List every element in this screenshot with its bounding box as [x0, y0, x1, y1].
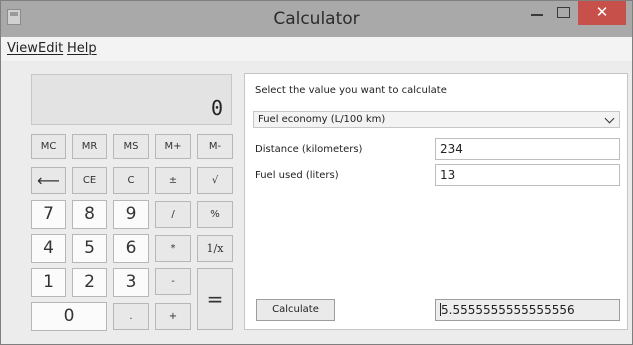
- menu-bar: View Edit Help: [1, 37, 632, 61]
- calculate-prompt: Select the value you want to calculate: [255, 85, 447, 96]
- dropdown-selected-value: Fuel economy (L/100 km): [258, 114, 386, 125]
- add-button[interactable]: +: [155, 303, 191, 330]
- distance-input[interactable]: 234: [435, 138, 620, 160]
- digit-9-button[interactable]: 9: [113, 200, 149, 229]
- menu-edit[interactable]: Edit: [38, 41, 63, 56]
- digit-0-button[interactable]: 0: [31, 302, 107, 331]
- title-bar[interactable]: Calculator ✕: [1, 1, 632, 37]
- distance-label: Distance (kilometers): [255, 144, 363, 155]
- digit-5-button[interactable]: 5: [72, 234, 107, 263]
- calculate-button[interactable]: Calculate: [256, 299, 335, 321]
- result-value: 5.5555555555555556: [441, 303, 575, 317]
- m-plus-button[interactable]: M+: [155, 134, 191, 159]
- menu-view[interactable]: View: [7, 41, 38, 56]
- menu-help[interactable]: Help: [67, 41, 97, 56]
- calculator-display: 0: [31, 74, 232, 125]
- divide-button[interactable]: /: [155, 201, 191, 228]
- fuel-used-label: Fuel used (liters): [255, 170, 339, 181]
- mc-button[interactable]: MC: [31, 134, 66, 159]
- digit-1-button[interactable]: 1: [31, 268, 66, 297]
- display-value: 0: [210, 96, 223, 120]
- fuel-used-input[interactable]: 13: [435, 164, 620, 186]
- digit-6-button[interactable]: 6: [113, 234, 149, 263]
- backspace-button[interactable]: ⟵: [31, 167, 66, 194]
- result-field[interactable]: 5.5555555555555556: [435, 299, 620, 321]
- decimal-button[interactable]: .: [113, 303, 149, 330]
- chevron-down-icon: [604, 113, 615, 124]
- equals-button[interactable]: =: [197, 268, 233, 330]
- digit-4-button[interactable]: 4: [31, 234, 66, 263]
- close-button[interactable]: ✕: [578, 1, 626, 25]
- sqrt-button[interactable]: √: [197, 167, 233, 194]
- maximize-button[interactable]: [550, 1, 576, 25]
- m-minus-button[interactable]: M-: [197, 134, 233, 159]
- digit-8-button[interactable]: 8: [72, 200, 107, 229]
- ce-button[interactable]: CE: [72, 167, 107, 194]
- percent-button[interactable]: %: [197, 201, 233, 228]
- multiply-button[interactable]: *: [155, 235, 191, 262]
- subtract-button[interactable]: -: [155, 268, 191, 295]
- calculation-type-dropdown[interactable]: Fuel economy (L/100 km): [253, 111, 620, 128]
- minimize-button[interactable]: [524, 1, 550, 25]
- mr-button[interactable]: MR: [72, 134, 107, 159]
- digit-2-button[interactable]: 2: [72, 268, 107, 297]
- plus-minus-button[interactable]: ±: [155, 167, 191, 194]
- ms-button[interactable]: MS: [113, 134, 149, 159]
- clear-button[interactable]: C: [113, 167, 149, 194]
- digit-3-button[interactable]: 3: [113, 268, 149, 297]
- calculator-window: Calculator ✕ View Edit Help 0 MC MR MS M…: [0, 0, 633, 345]
- fuel-economy-panel: Select the value you want to calculate F…: [244, 73, 628, 330]
- reciprocal-button[interactable]: 1/x: [197, 235, 233, 262]
- digit-7-button[interactable]: 7: [31, 200, 66, 229]
